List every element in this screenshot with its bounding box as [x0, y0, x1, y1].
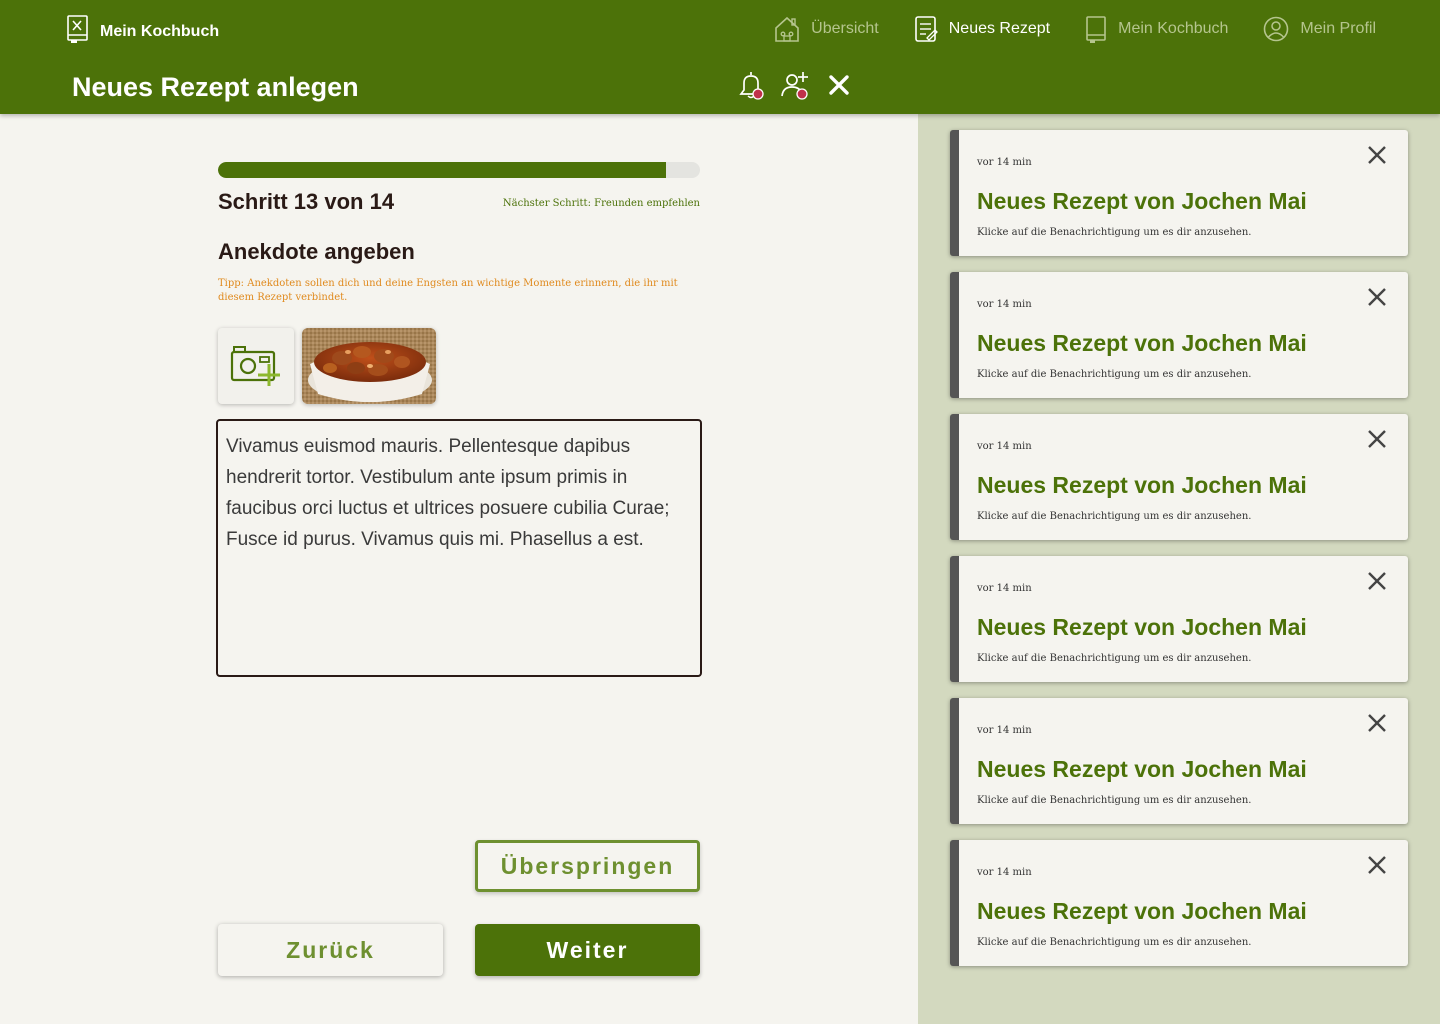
notification-title: Neues Rezept von Jochen Mai	[977, 188, 1307, 214]
header-actions	[736, 71, 854, 102]
recipe-note-icon	[913, 14, 939, 44]
notification-bell-icon	[736, 69, 766, 106]
notification-time: vor 14 min	[977, 299, 1032, 310]
add-photo-button[interactable]	[218, 328, 294, 404]
app-header: Mein Kochbuch Übersicht Neues Rezept Mei…	[0, 0, 1440, 114]
notification-text: Klicke auf die Benachrichtigung um es di…	[977, 511, 1252, 522]
page-title: Neues Rezept anlegen	[72, 72, 359, 102]
step-label: Schritt 13 von 14	[218, 189, 395, 214]
notification-time: vor 14 min	[977, 583, 1032, 594]
close-icon[interactable]	[1366, 854, 1388, 876]
camera-add-icon	[226, 340, 286, 393]
notification-title: Neues Rezept von Jochen Mai	[977, 898, 1307, 924]
notification-card[interactable]: vor 14 min Neues Rezept von Jochen Mai K…	[950, 698, 1408, 824]
notification-card[interactable]: vor 14 min Neues Rezept von Jochen Mai K…	[950, 840, 1408, 966]
nav-item-neues-rezept[interactable]: Neues Rezept	[913, 14, 1050, 44]
nav-label: Mein Profil	[1300, 20, 1376, 37]
notification-text: Klicke auf die Benachrichtigung um es di…	[977, 937, 1252, 948]
notification-title: Neues Rezept von Jochen Mai	[977, 330, 1307, 356]
notification-title: Neues Rezept von Jochen Mai	[977, 756, 1307, 782]
nav-item-mein-profil[interactable]: Mein Profil	[1262, 14, 1376, 44]
notification-time: vor 14 min	[977, 157, 1032, 168]
nav-label: Mein Kochbuch	[1118, 20, 1229, 37]
close-icon[interactable]	[1366, 428, 1388, 450]
tip-text: Tipp: Anekdoten sollen dich und deine En…	[218, 278, 678, 303]
main-nav: Übersicht Neues Rezept Mein Kochbuch Mei…	[773, 14, 1376, 44]
notification-title: Neues Rezept von Jochen Mai	[977, 614, 1307, 640]
progress-fill	[218, 162, 667, 178]
progress-bar	[218, 162, 700, 178]
notification-text: Klicke auf die Benachrichtigung um es di…	[977, 795, 1252, 806]
notification-text: Klicke auf die Benachrichtigung um es di…	[977, 653, 1252, 664]
brand-name: Mein Kochbuch	[100, 22, 220, 40]
section-title: Anekdote angeben	[218, 239, 415, 264]
notification-time: vor 14 min	[977, 725, 1032, 736]
cookbook-icon	[1084, 14, 1108, 44]
notification-title: Neues Rezept von Jochen Mai	[977, 472, 1307, 498]
notification-time: vor 14 min	[977, 441, 1032, 452]
profile-icon	[1262, 14, 1290, 44]
notification-text: Klicke auf die Benachrichtigung um es di…	[977, 227, 1252, 238]
notification-text: Klicke auf die Benachrichtigung um es di…	[977, 369, 1252, 380]
home-icon	[773, 14, 801, 44]
skip-button[interactable]: Überspringen	[475, 840, 700, 892]
anecdote-textarea[interactable]: Vivamus euismod mauris. Pellentesque dap…	[216, 419, 702, 677]
notification-card[interactable]: vor 14 min Neues Rezept von Jochen Mai K…	[950, 556, 1408, 682]
cookbook-logo-icon	[66, 14, 90, 49]
nav-item-uebersicht[interactable]: Übersicht	[773, 14, 879, 44]
notification-card[interactable]: vor 14 min Neues Rezept von Jochen Mai K…	[950, 130, 1408, 256]
nav-item-mein-kochbuch[interactable]: Mein Kochbuch	[1084, 14, 1228, 44]
nav-label: Neues Rezept	[948, 20, 1051, 37]
notification-time: vor 14 min	[977, 867, 1032, 878]
next-step-hint: Nächster Schritt: Freunden empfehlen	[502, 198, 700, 209]
nav-label: Übersicht	[811, 20, 879, 37]
close-button[interactable]	[824, 72, 854, 102]
recipe-photo-image	[302, 328, 436, 404]
next-button[interactable]: Weiter	[475, 924, 700, 976]
notification-card[interactable]: vor 14 min Neues Rezept von Jochen Mai K…	[950, 272, 1408, 398]
notifications-panel: vor 14 min Neues Rezept von Jochen Mai K…	[918, 114, 1440, 1024]
brand[interactable]: Mein Kochbuch	[66, 14, 219, 49]
close-icon[interactable]	[1366, 144, 1388, 166]
add-friend-icon	[779, 69, 811, 106]
close-icon[interactable]	[1366, 712, 1388, 734]
back-button[interactable]: Zurück	[218, 924, 443, 976]
notification-card[interactable]: vor 14 min Neues Rezept von Jochen Mai K…	[950, 414, 1408, 540]
recipe-photo-thumbnail[interactable]	[302, 328, 436, 404]
close-icon[interactable]	[1366, 570, 1388, 592]
add-friend-button[interactable]	[780, 71, 810, 102]
notifications-button[interactable]	[736, 71, 766, 102]
close-icon	[828, 74, 850, 101]
close-icon[interactable]	[1366, 286, 1388, 308]
